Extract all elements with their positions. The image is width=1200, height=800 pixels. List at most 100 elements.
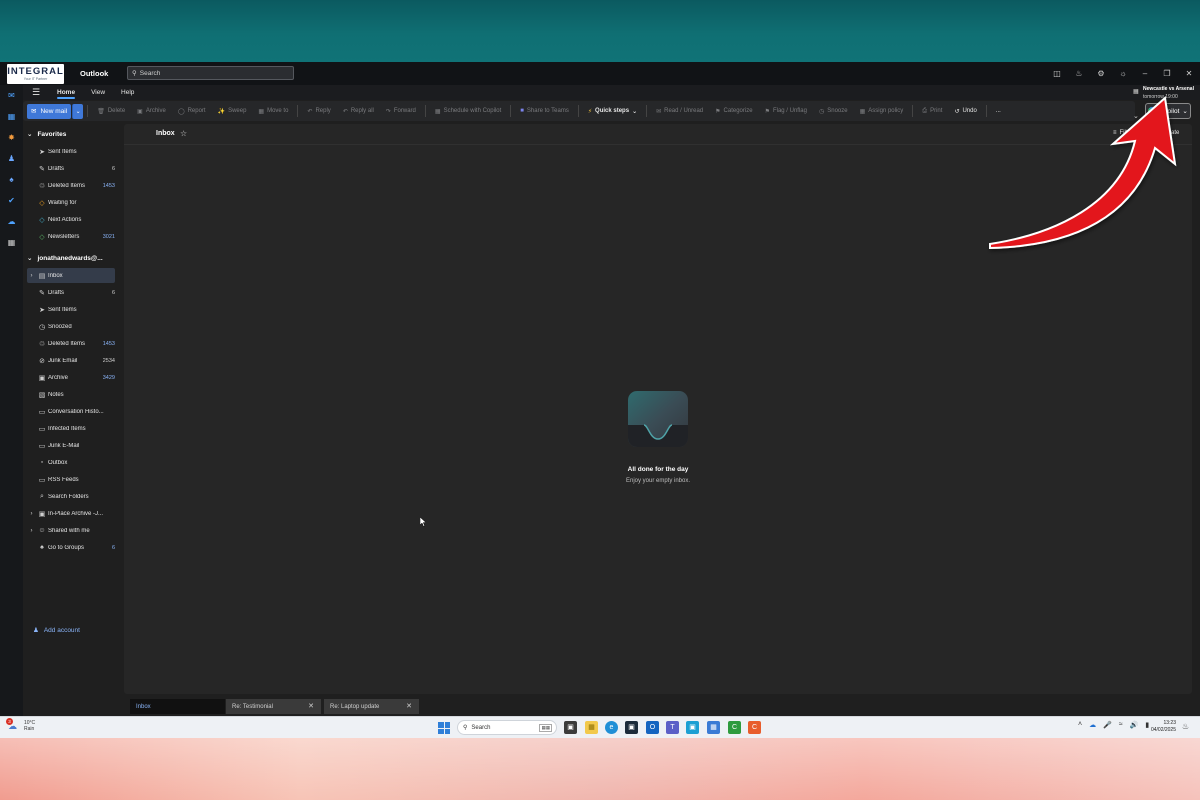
separator [912,105,914,117]
folder-item[interactable]: ▫ Outbox [27,455,115,470]
restore-icon[interactable]: ❐ [1156,69,1178,78]
notification-bell-icon[interactable]: ♨ [1182,722,1189,731]
task-view-icon[interactable]: ▣ [564,721,577,734]
outlook-taskbar-icon[interactable]: O [646,721,659,734]
folder-item[interactable]: ◇ Next Actions [27,212,115,227]
folder-item[interactable]: ⊘ Junk Email 2534 [27,353,115,368]
snooze-button[interactable]: ◷ Snooze [814,103,853,119]
open-tab-laptop-update[interactable]: Re: Laptop update ✕ [324,699,419,714]
folder-pane: ⌄ Favorites ➤ Sent Items ✎ Drafts 6 ♲ Deleted … [23,124,123,716]
quick-steps-button[interactable]: ⚡ Quick steps ⌄ [583,103,642,119]
delete-button[interactable]: 🗑 Delete [92,103,130,119]
lightbulb-icon[interactable]: ☼ [1112,69,1134,78]
folder-item[interactable]: ◇ Waiting for [27,195,115,210]
chevron-up-icon[interactable]: ˄ [1078,721,1082,729]
report-button[interactable]: ◯ Report [173,103,211,119]
taskbar-search[interactable]: ⚲ Search ▦▦ [457,720,557,735]
folder-item[interactable]: ♲ Deleted Items 1453 [27,336,115,351]
chevron-right-icon[interactable]: › [27,528,36,534]
minimize-icon[interactable]: – [1134,69,1156,78]
open-items-bar: Inbox Re: Testimonial ✕ Re: Laptop updat… [124,696,1192,716]
add-account-link[interactable]: ♟ Add account [33,626,80,635]
reply-all-button[interactable]: ↶ Reply all [338,103,379,119]
folder-item[interactable]: ➤ Sent Items [27,302,115,317]
calendar-icon[interactable]: ▦ [5,110,18,123]
people-icon[interactable]: ♟ [5,152,18,165]
onedrive-icon[interactable]: ☁ [5,215,18,228]
folder-item[interactable]: ▭ Infected Items [27,421,115,436]
reply-button[interactable]: ↶ Reply [302,103,335,119]
gear-icon[interactable]: ⚙ [1090,69,1112,78]
folder-item[interactable]: ♠ Go to Groups 6 [27,540,115,555]
folder-item[interactable]: › ☺ Shared with me [27,523,115,538]
tab-help[interactable]: Help [113,85,142,100]
folder-item[interactable]: ✎ Drafts 6 [27,285,115,300]
schedule-copilot-button[interactable]: ▦ Schedule with Copilot [430,103,506,119]
assign-policy-button[interactable]: ▦ Assign policy [855,103,909,119]
meet-now-icon[interactable]: ◫ [1046,69,1068,78]
clock-icon: ◷ [818,108,825,115]
chevron-right-icon[interactable]: › [27,273,36,279]
search-icon: ⚲ [463,725,468,731]
mail-icon[interactable]: ✉ [5,89,18,102]
open-tab-inbox[interactable]: Inbox [130,699,225,714]
weather-widget[interactable]: ☁ 3 10°C Rain [6,718,35,732]
folder-item[interactable]: ⌕ Search Folders [27,489,115,504]
new-mail-dropdown[interactable]: ⌄ [72,103,84,119]
read-unread-button[interactable]: ✉ Read / Unread [651,103,708,119]
folder-item[interactable]: ◇ Newsletters 3021 [27,229,115,244]
folder-item[interactable]: ➤ Sent Items [27,144,115,159]
forward-button[interactable]: ↷ Forward [381,103,421,119]
folder-item[interactable]: ▭ RSS Feeds [27,472,115,487]
folder-item[interactable]: › ▣ In-Place Archive -J... [27,506,115,521]
teams-icon[interactable]: T [666,721,679,734]
edge-icon[interactable]: e [605,721,618,734]
flag-button[interactable]: ⚑ Flag / Unflag [760,103,812,119]
clock[interactable]: 13:23 04/02/2025 [1148,720,1176,734]
bell-icon[interactable]: ♨ [1068,69,1090,78]
close-icon[interactable]: ✕ [406,702,412,710]
tab-home[interactable]: Home [49,85,83,100]
search-input[interactable]: ⚲ Search [127,66,294,80]
close-icon[interactable]: ✕ [1178,69,1200,78]
folder-item[interactable]: ✎ Drafts 6 [27,161,115,176]
categorize-button[interactable]: ⚑ Categorize [710,103,757,119]
hamburger-icon[interactable]: ☰ [23,87,49,98]
todo-icon[interactable]: ✔ [5,194,18,207]
capture-app-icon[interactable]: C [748,721,761,734]
folder-item[interactable]: ▭ Junk E-Mail [27,438,115,453]
camtasia-icon[interactable]: C [728,721,741,734]
folder-item[interactable]: ♲ Deleted Items 1453 [27,178,115,193]
new-mail-button[interactable]: ✉ New mail [27,103,72,119]
account-header[interactable]: ⌄ jonathanedwards@... [27,251,103,265]
folder-item[interactable]: ▭ Conversation Histo... [27,404,115,419]
archive-button[interactable]: ▣ Archive [132,103,171,119]
groups-icon[interactable]: ♠ [5,173,18,186]
copilot-app-icon[interactable]: ✸ [5,131,18,144]
apps-icon[interactable]: ▦ [5,236,18,249]
move-to-button[interactable]: ▦ Move to [253,103,293,119]
file-explorer-icon[interactable]: ▦ [585,721,598,734]
open-tab-testimonial[interactable]: Re: Testimonial ✕ [226,699,321,714]
tab-view[interactable]: View [83,85,113,100]
start-button[interactable] [438,722,450,734]
onedrive-tray-icon[interactable]: ☁ [1089,721,1096,729]
onenote-icon[interactable]: ▣ [686,721,699,734]
star-icon[interactable]: ☆ [180,129,187,138]
folder-item[interactable]: ▧ Notes [27,387,115,402]
folder-item[interactable]: ◷ Snoozed [27,319,115,334]
favorites-header[interactable]: ⌄ Favorites [27,127,66,141]
close-icon[interactable]: ✕ [308,702,314,710]
chevron-right-icon[interactable]: › [27,511,36,517]
wifi-icon[interactable]: ≈ [1119,721,1123,729]
undo-button[interactable]: ↺ Undo [949,103,981,119]
folder-item[interactable]: › ▤ Inbox [27,268,115,283]
microphone-icon[interactable]: 🎤 [1103,721,1112,729]
sweep-button[interactable]: ✨ Sweep [213,103,252,119]
print-button[interactable]: ⎙ Print [917,103,947,119]
folder-item[interactable]: ▣ Archive 3429 [27,370,115,385]
speaker-icon[interactable]: 🔊 [1130,721,1139,729]
share-teams-button[interactable]: ■ Share to Teams [515,103,574,119]
store-icon[interactable]: ▣ [625,721,638,734]
paint-icon[interactable]: ▦ [707,721,720,734]
